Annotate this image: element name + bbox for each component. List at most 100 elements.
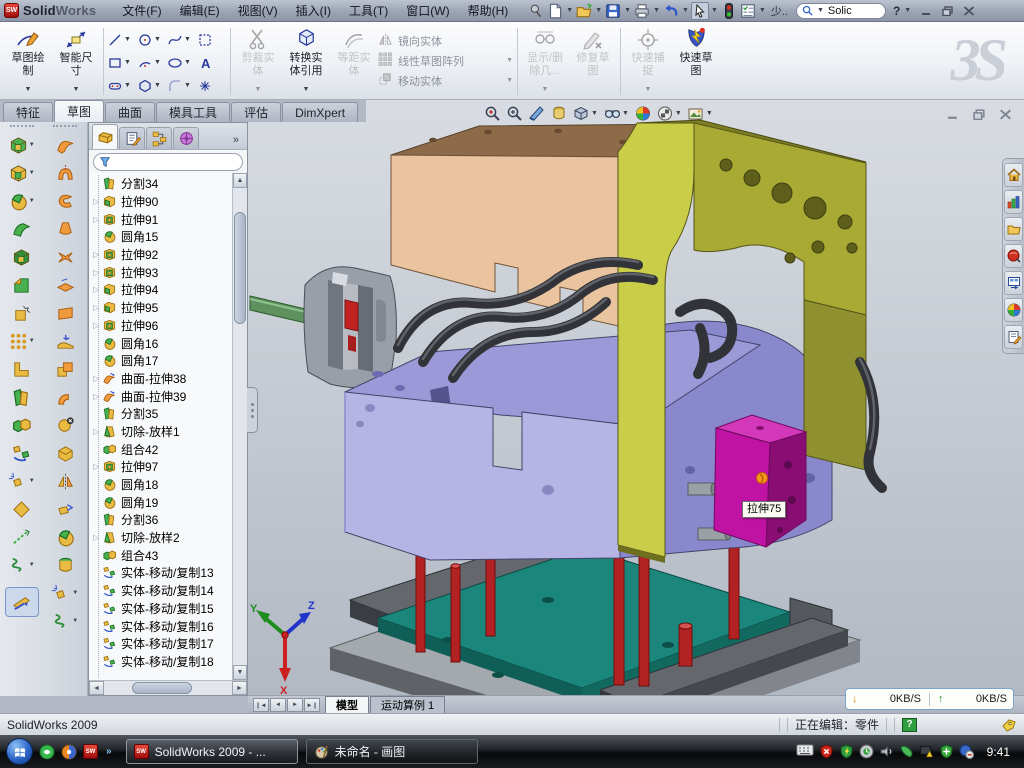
open-icon[interactable] <box>575 2 593 20</box>
expand-arrow-icon[interactable]: ▷ <box>91 303 102 312</box>
rebuild-icon[interactable] <box>720 2 738 20</box>
save-icon[interactable] <box>604 2 622 20</box>
print-icon[interactable] <box>633 2 651 20</box>
tool-spring-button[interactable]: ▼ <box>0 551 44 579</box>
tool-spark-button[interactable]: ▼ <box>0 467 44 495</box>
save-dropdown[interactable]: ▼ <box>624 7 631 14</box>
tree-item[interactable]: 组合42 <box>91 440 232 458</box>
quicklaunch-messenger-icon[interactable] <box>39 744 55 760</box>
next-tab-button[interactable]: ► <box>287 698 303 712</box>
sketch-tool-text-icon[interactable]: A <box>197 51 227 74</box>
tool-wedge-button[interactable] <box>0 215 44 243</box>
camera-view-icon[interactable]: ▼ <box>687 105 714 122</box>
custom-properties-icon[interactable] <box>1004 325 1023 349</box>
tree-item[interactable]: 实体-移动/复制13 <box>91 564 232 582</box>
first-tab-button[interactable]: ❙◄ <box>253 698 269 712</box>
sketch-tool-point-icon[interactable] <box>197 74 227 97</box>
ribbon-tab-评估[interactable]: 评估 <box>231 102 281 122</box>
sketch-tool-polygon-icon[interactable]: ▼ <box>137 74 167 97</box>
tree-item[interactable]: ▷拉伸91 <box>91 210 232 228</box>
tool-spark-gold-button[interactable] <box>0 299 44 327</box>
menu-item[interactable]: 窗口(W) <box>397 0 458 21</box>
scroll-down-button[interactable]: ▼ <box>233 665 247 680</box>
tool-cyl-green-button[interactable] <box>44 551 88 579</box>
ribbon-tab-曲面[interactable]: 曲面 <box>105 102 155 122</box>
tool-rib-button[interactable] <box>0 355 44 383</box>
scene-icon[interactable]: ▼ <box>656 105 683 122</box>
pin-icon[interactable] <box>527 2 545 20</box>
tool-diamond-button[interactable] <box>0 495 44 523</box>
ribbon-tab-模具工具[interactable]: 模具工具 <box>156 102 230 122</box>
tree-item[interactable]: ▷拉伸95 <box>91 299 232 317</box>
taskbar-task-paint[interactable]: 未命名 - 画图 <box>306 739 478 764</box>
file-explorer-icon[interactable] <box>1004 217 1023 241</box>
scroll-up-button[interactable]: ▲ <box>233 173 247 188</box>
menu-item[interactable]: 帮助(H) <box>459 0 518 21</box>
tool-swoosh-button[interactable] <box>44 131 88 159</box>
tray-update-badge-icon[interactable] <box>859 744 874 759</box>
appearances-scenes-icon[interactable] <box>1004 298 1023 322</box>
doc-restore-button[interactable] <box>973 109 986 120</box>
start-button[interactable] <box>6 738 33 765</box>
menu-item[interactable]: 文件(F) <box>113 0 170 21</box>
hide-show-items-icon[interactable]: ▼ <box>603 105 630 122</box>
convert-entities-button[interactable]: 转换实 体引用 ▼ <box>282 25 330 98</box>
tree-item[interactable]: 圆角18 <box>91 476 232 494</box>
zoom-to-area-icon[interactable] <box>506 105 524 122</box>
tool-cshape-button[interactable] <box>44 187 88 215</box>
menu-item[interactable]: 插入(I) <box>287 0 340 21</box>
network-speed-widget[interactable]: ↓ 0KB/S ↑ 0KB/S <box>845 688 1014 710</box>
tool-arrow-y-button[interactable] <box>44 495 88 523</box>
horizontal-scroll-thumb[interactable] <box>132 682 192 694</box>
tree-item[interactable]: ▷拉伸90 <box>91 193 232 211</box>
expand-arrow-icon[interactable]: ▷ <box>91 197 102 206</box>
help-button[interactable]: ? <box>893 4 900 18</box>
tree-item[interactable]: 分割36 <box>91 511 232 529</box>
rapid-sketch-button[interactable]: 快速草 图 <box>672 25 720 98</box>
tree-item[interactable]: 实体-移动/复制16 <box>91 617 232 635</box>
doc-minimize-button[interactable] <box>947 109 960 120</box>
tool-dotline-button[interactable] <box>0 523 44 551</box>
tree-item[interactable]: 圆角19 <box>91 493 232 511</box>
tab-model[interactable]: 模型 <box>325 696 369 713</box>
tray-sync-blocked-icon[interactable] <box>959 744 974 759</box>
scroll-right-button[interactable]: ► <box>232 681 247 695</box>
expand-arrow-icon[interactable]: ▷ <box>91 392 102 401</box>
appearance-icon[interactable] <box>634 105 652 122</box>
section-view-icon[interactable] <box>528 105 546 122</box>
last-tab-button[interactable]: ►❙ <box>304 698 320 712</box>
tool-rect-or-button[interactable] <box>44 299 88 327</box>
display-style-icon[interactable]: ▼ <box>572 105 599 122</box>
menu-item[interactable]: 工具(T) <box>340 0 397 21</box>
tool-elbow-button[interactable] <box>44 383 88 411</box>
tab-dimxpertmanager[interactable] <box>173 127 199 149</box>
options-icon[interactable] <box>739 2 757 20</box>
print-dropdown[interactable]: ▼ <box>653 7 660 14</box>
convert-entities-dropdown[interactable]: ▼ <box>303 83 310 98</box>
tray-security-alert-icon[interactable] <box>819 744 834 759</box>
sketch-tool-spline-icon[interactable]: ▼ <box>167 28 197 51</box>
tree-item[interactable]: ▷曲面-拉伸38 <box>91 370 232 388</box>
tool-shoe-button[interactable] <box>44 327 88 355</box>
smart-dimension-button[interactable]: 智能尺 寸 ▼ <box>52 25 100 98</box>
resources-home-icon[interactable] <box>1004 163 1023 187</box>
tool-cubes2-button[interactable] <box>44 355 88 383</box>
sketch-tool-line-icon[interactable]: ▼ <box>107 28 137 51</box>
new-file-icon[interactable] <box>546 2 564 20</box>
sketch-tool-ellipse-icon[interactable]: ▼ <box>167 51 197 74</box>
quicklaunch-solidworks-icon[interactable]: SW <box>83 744 98 759</box>
tree-item[interactable]: 分割35 <box>91 405 232 423</box>
tree-item[interactable]: 圆角16 <box>91 334 232 352</box>
select-dropdown[interactable]: ▼ <box>711 7 718 14</box>
tool-spark-button[interactable]: ▼ <box>44 579 88 607</box>
sketch-tool-slot-icon[interactable]: ▼ <box>107 74 137 97</box>
tab-propertymanager[interactable] <box>119 127 145 149</box>
tree-item[interactable]: ▷拉伸97 <box>91 458 232 476</box>
slide-insert-part[interactable] <box>714 415 806 547</box>
tool-chamfer-button[interactable] <box>0 271 44 299</box>
expand-arrow-icon[interactable]: ▷ <box>91 374 102 383</box>
ribbon-tab-特征[interactable]: 特征 <box>3 102 53 122</box>
new-file-dropdown[interactable]: ▼ <box>566 7 573 14</box>
minimize-button[interactable] <box>921 6 933 16</box>
tool-eyex-button[interactable] <box>44 411 88 439</box>
